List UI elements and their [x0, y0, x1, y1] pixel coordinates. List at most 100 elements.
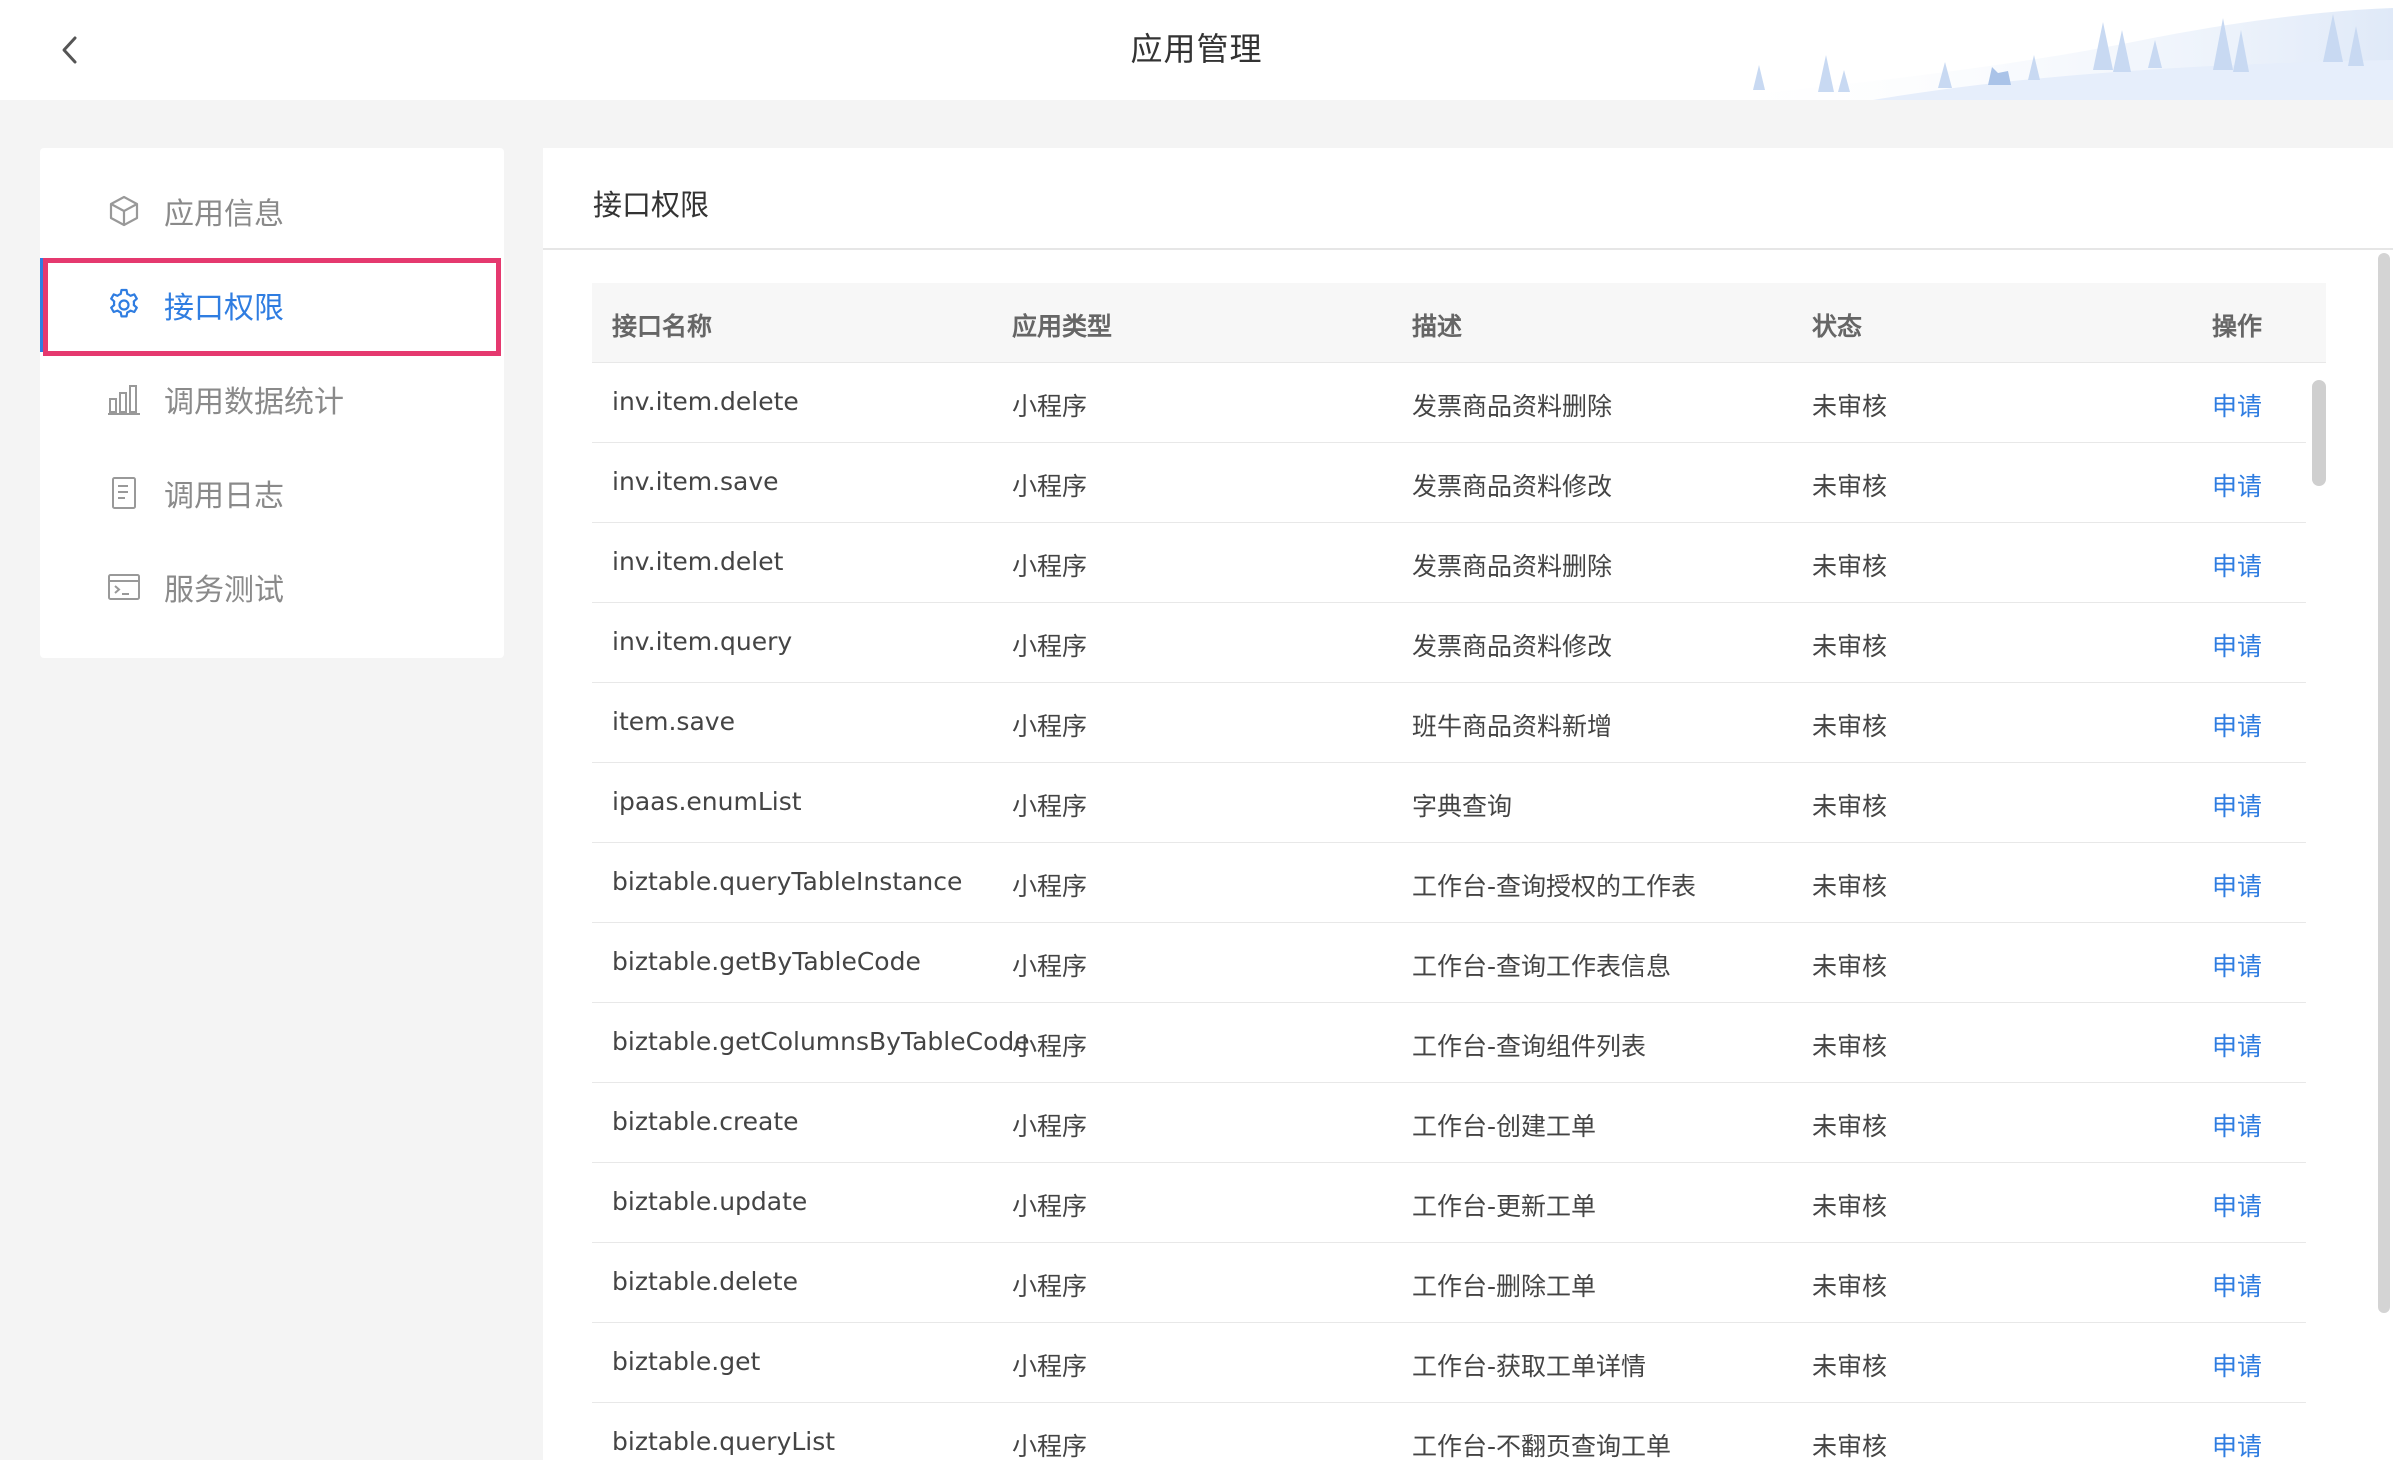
table-row: inv.item.delet 小程序 发票商品资料删除 未审核 申请 — [592, 523, 2306, 603]
cell-app-type: 小程序 — [1012, 1192, 1088, 1221]
apply-link[interactable]: 申请 — [2212, 467, 2262, 503]
table-scrollbar[interactable] — [2312, 380, 2326, 486]
apply-link[interactable]: 申请 — [2212, 627, 2262, 663]
cell-description: 工作台-查询授权的工作表 — [1412, 872, 1697, 901]
cell-api-name: biztable.queryTableInstance — [612, 867, 963, 896]
column-header-status: 状态 — [1812, 312, 1863, 341]
apply-link[interactable]: 申请 — [2212, 867, 2262, 903]
sidebar-item-call-log[interactable]: 调用日志 — [40, 446, 504, 540]
cell-status: 未审核 — [1812, 392, 1888, 421]
cell-description: 工作台-创建工单 — [1412, 1112, 1597, 1141]
terminal-icon — [108, 574, 140, 600]
column-header-operation: 操作 — [2212, 312, 2263, 341]
cell-api-name: inv.item.save — [612, 467, 779, 496]
sidebar-item-call-statistics[interactable]: 调用数据统计 — [40, 352, 504, 446]
document-icon — [112, 477, 136, 509]
page-scrollbar[interactable] — [2378, 253, 2390, 1313]
table-row: biztable.queryList 小程序 工作台-不翻页查询工单 未审核 申请 — [592, 1403, 2306, 1460]
cell-description: 发票商品资料删除 — [1412, 552, 1613, 581]
cell-description: 发票商品资料修改 — [1412, 472, 1613, 501]
sidebar-item-label: 服务测试 — [164, 573, 284, 608]
app-header: 应用管理 — [0, 0, 2393, 100]
cell-status: 未审核 — [1812, 952, 1888, 981]
cell-status: 未审核 — [1812, 1112, 1888, 1141]
table-header: 接口名称 应用类型 描述 状态 操作 — [592, 283, 2326, 363]
apply-link[interactable]: 申请 — [2212, 1427, 2262, 1460]
cell-api-name: inv.item.query — [612, 627, 793, 656]
cell-status: 未审核 — [1812, 712, 1888, 741]
column-header-description: 描述 — [1412, 312, 1463, 341]
cell-status: 未审核 — [1812, 472, 1888, 501]
column-header-api-name: 接口名称 — [612, 312, 713, 341]
cell-app-type: 小程序 — [1012, 552, 1088, 581]
cell-description: 工作台-查询工作表信息 — [1412, 952, 1672, 981]
main-panel: 接口权限 接口名称 应用类型 描述 状态 操作 inv.item.delete 小… — [543, 148, 2393, 1460]
cell-api-name: biztable.update — [612, 1187, 808, 1216]
cell-api-name: inv.item.delete — [612, 387, 799, 416]
cell-description: 发票商品资料修改 — [1412, 632, 1613, 661]
cell-app-type: 小程序 — [1012, 952, 1088, 981]
sidebar-item-label: 调用数据统计 — [164, 385, 344, 420]
apply-link[interactable]: 申请 — [2212, 1347, 2262, 1383]
cell-api-name: inv.item.delet — [612, 547, 784, 576]
table-row: biztable.delete 小程序 工作台-删除工单 未审核 申请 — [592, 1243, 2306, 1323]
cell-api-name: biztable.delete — [612, 1267, 798, 1296]
cell-api-name: item.save — [612, 707, 735, 736]
table-row: inv.item.save 小程序 发票商品资料修改 未审核 申请 — [592, 443, 2306, 523]
cell-status: 未审核 — [1812, 872, 1888, 901]
apply-link[interactable]: 申请 — [2212, 547, 2262, 583]
cell-app-type: 小程序 — [1012, 792, 1088, 821]
cell-status: 未审核 — [1812, 1032, 1888, 1061]
cell-description: 工作台-删除工单 — [1412, 1272, 1597, 1301]
bar-chart-icon — [108, 385, 140, 415]
sidebar-item-label: 应用信息 — [164, 197, 284, 232]
cell-app-type: 小程序 — [1012, 1112, 1088, 1141]
cell-status: 未审核 — [1812, 1192, 1888, 1221]
cell-app-type: 小程序 — [1012, 632, 1088, 661]
apply-link[interactable]: 申请 — [2212, 1027, 2262, 1063]
api-permission-table: 接口名称 应用类型 描述 状态 操作 inv.item.delete 小程序 发票商… — [592, 283, 2326, 1460]
sidebar-item-service-test[interactable]: 服务测试 — [40, 540, 504, 634]
table-row: biztable.update 小程序 工作台-更新工单 未审核 申请 — [592, 1163, 2306, 1243]
apply-link[interactable]: 申请 — [2212, 1187, 2262, 1223]
table-row: biztable.getColumnsByTableCode 小程序 工作台-查询组… — [592, 1003, 2306, 1083]
apply-link[interactable]: 申请 — [2212, 1267, 2262, 1303]
apply-link[interactable]: 申请 — [2212, 787, 2262, 823]
cell-api-name: biztable.create — [612, 1107, 799, 1136]
cell-status: 未审核 — [1812, 1432, 1888, 1460]
cell-status: 未审核 — [1812, 1272, 1888, 1301]
divider — [543, 248, 2393, 250]
table-row: biztable.get 小程序 工作台-获取工单详情 未审核 申请 — [592, 1323, 2306, 1403]
table-row: inv.item.query 小程序 发票商品资料修改 未审核 申请 — [592, 603, 2306, 683]
apply-link[interactable]: 申请 — [2212, 387, 2262, 423]
cell-description: 工作台-不翻页查询工单 — [1412, 1432, 1672, 1460]
apply-link[interactable]: 申请 — [2212, 947, 2262, 983]
cell-app-type: 小程序 — [1012, 872, 1088, 901]
cell-description: 工作台-查询组件列表 — [1412, 1032, 1647, 1061]
selection-highlight-box — [43, 258, 501, 356]
cell-status: 未审核 — [1812, 1352, 1888, 1381]
table-row: biztable.create 小程序 工作台-创建工单 未审核 申请 — [592, 1083, 2306, 1163]
cell-api-name: ipaas.enumList — [612, 787, 802, 816]
cell-app-type: 小程序 — [1012, 712, 1088, 741]
column-header-app-type: 应用类型 — [1012, 312, 1113, 341]
cell-app-type: 小程序 — [1012, 1432, 1088, 1460]
sidebar-item-app-info[interactable]: 应用信息 — [40, 164, 504, 258]
cube-icon — [109, 195, 139, 227]
cell-description: 字典查询 — [1412, 792, 1513, 821]
cell-app-type: 小程序 — [1012, 1352, 1088, 1381]
table-body: inv.item.delete 小程序 发票商品资料删除 未审核 申请 inv.item.… — [592, 363, 2306, 1460]
apply-link[interactable]: 申请 — [2212, 707, 2262, 743]
sidebar-item-label: 调用日志 — [164, 479, 284, 514]
cell-api-name: biztable.get — [612, 1347, 761, 1376]
cell-api-name: biztable.queryList — [612, 1427, 836, 1456]
table-row: biztable.getByTableCode 小程序 工作台-查询工作表信息 未审核… — [592, 923, 2306, 1003]
cell-app-type: 小程序 — [1012, 1032, 1088, 1061]
cell-description: 工作台-更新工单 — [1412, 1192, 1597, 1221]
cell-app-type: 小程序 — [1012, 1272, 1088, 1301]
table-row: inv.item.delete 小程序 发票商品资料删除 未审核 申请 — [592, 363, 2306, 443]
apply-link[interactable]: 申请 — [2212, 1107, 2262, 1143]
cell-description: 工作台-获取工单详情 — [1412, 1352, 1647, 1381]
cell-status: 未审核 — [1812, 632, 1888, 661]
table-row: item.save 小程序 班牛商品资料新增 未审核 申请 — [592, 683, 2306, 763]
